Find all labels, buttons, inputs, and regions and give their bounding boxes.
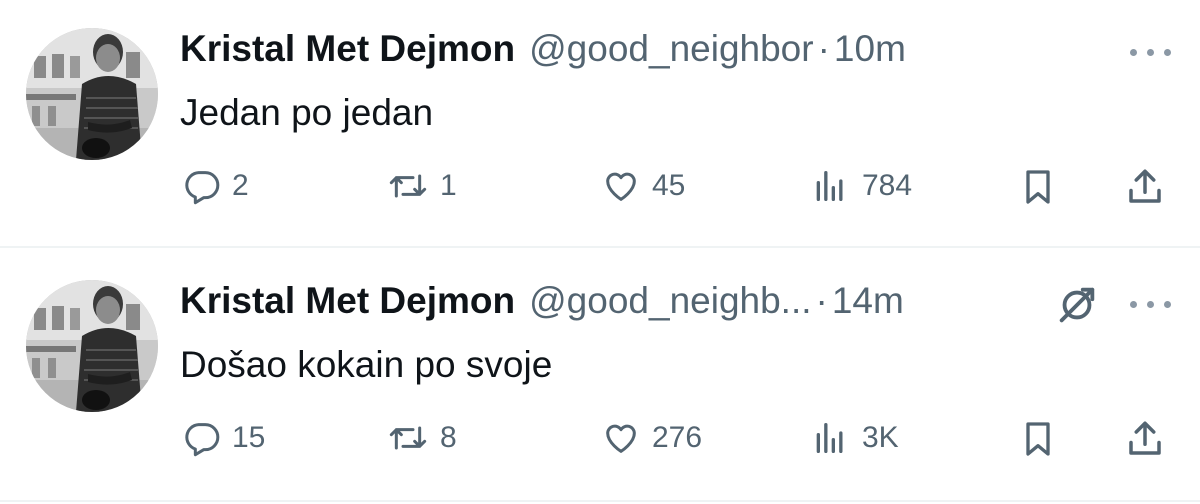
reply-count: 2 <box>232 169 249 202</box>
retweet-count: 8 <box>440 421 457 454</box>
tweet-divider <box>0 500 1200 502</box>
heart-icon <box>606 424 636 453</box>
views-icon <box>816 171 843 201</box>
share-icon <box>1129 169 1161 203</box>
reply-icon <box>185 423 220 457</box>
bookmark-button[interactable] <box>1018 166 1058 208</box>
more-button[interactable] <box>1130 294 1174 314</box>
retweet-button[interactable]: 8 <box>386 418 457 458</box>
view-count: 784 <box>862 169 913 202</box>
tweet[interactable]: Kristal Met Dejmon @good_neighb... · 14m Do… <box>0 252 1200 500</box>
more-button[interactable] <box>1130 42 1174 62</box>
retweet-icon <box>389 426 427 450</box>
retweet-button[interactable]: 1 <box>386 166 457 206</box>
views-button[interactable]: 3K <box>808 418 899 458</box>
timestamp[interactable]: 10m <box>834 28 906 69</box>
like-button[interactable]: 276 <box>600 418 702 458</box>
tweet[interactable]: Kristal Met Dejmon @good_neighbor · 10m Jed… <box>0 0 1200 248</box>
like-count: 45 <box>652 169 686 202</box>
display-name[interactable]: Kristal Met Dejmon <box>180 280 515 321</box>
reply-count: 15 <box>232 421 266 454</box>
bookmark-icon <box>1026 422 1050 456</box>
tweet-header: Kristal Met Dejmon @good_neighb... · 14m <box>180 280 904 330</box>
reply-button[interactable]: 2 <box>182 166 249 206</box>
views-button[interactable]: 784 <box>808 166 912 206</box>
tweet-header: Kristal Met Dejmon @good_neighbor · 10m <box>180 28 906 78</box>
separator: · <box>815 280 828 321</box>
share-button[interactable] <box>1124 418 1166 460</box>
bookmark-icon <box>1026 170 1050 204</box>
tweet-divider <box>0 246 1200 248</box>
timestamp[interactable]: 14m <box>832 280 904 321</box>
view-count: 3K <box>862 421 899 454</box>
like-count: 276 <box>652 421 703 454</box>
heart-icon <box>606 172 636 201</box>
username[interactable]: @good_neighb... <box>529 280 811 321</box>
tweet-text: Jedan po jedan <box>180 92 434 133</box>
display-name[interactable]: Kristal Met Dejmon <box>180 28 515 69</box>
more-dots-icon <box>1130 301 1137 308</box>
views-icon <box>816 423 843 453</box>
reply-button[interactable]: 15 <box>182 418 265 458</box>
avatar[interactable] <box>26 280 158 412</box>
like-button[interactable]: 45 <box>600 166 685 206</box>
bookmark-button[interactable] <box>1018 418 1058 460</box>
separator: · <box>817 28 830 69</box>
retweet-count: 1 <box>440 169 457 202</box>
avatar[interactable] <box>26 28 158 160</box>
share-button[interactable] <box>1124 166 1166 208</box>
reply-icon <box>185 171 220 205</box>
share-icon <box>1129 421 1161 455</box>
retweet-icon <box>389 174 427 198</box>
pin-icon <box>1054 282 1100 328</box>
username[interactable]: @good_neighbor <box>529 28 813 69</box>
more-dots-icon <box>1130 49 1137 56</box>
tweet-text: Došao kokain po svoje <box>180 344 553 385</box>
